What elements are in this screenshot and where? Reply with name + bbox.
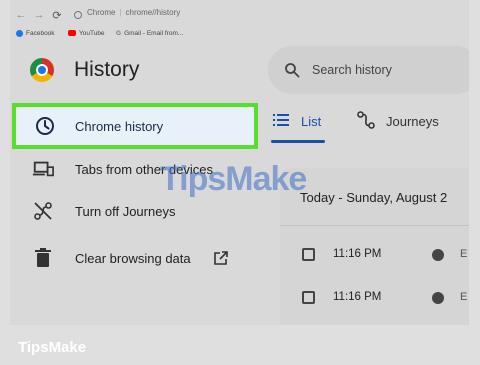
tab-list[interactable]: List: [273, 109, 321, 133]
search-input[interactable]: Search history: [312, 63, 392, 77]
url-path: chrome//history: [125, 8, 181, 17]
list-icon: [273, 113, 291, 129]
address-bar[interactable]: Chrome | chrome//history: [87, 8, 180, 17]
journeys-off-icon: [32, 200, 54, 222]
history-row-time: 11:16 PM: [333, 248, 382, 260]
history-row-checkbox[interactable]: [302, 291, 315, 304]
trash-icon: [32, 247, 54, 269]
tab-journeys[interactable]: Journeys: [356, 109, 439, 133]
sidebar-item-clear-browsing-data[interactable]: Clear browsing data: [10, 237, 258, 279]
bookmarks-bar: Facebook YouTube G Gmail - Email from...: [10, 26, 469, 40]
sidebar-item-label: Chrome history: [75, 118, 164, 134]
globe-icon: [432, 249, 444, 261]
history-row-title[interactable]: E: [460, 291, 467, 303]
footer-brand: TipsMake: [18, 339, 87, 356]
tab-label: Journeys: [386, 113, 439, 129]
journeys-icon: [356, 110, 376, 133]
url-domain: Chrome: [87, 8, 116, 17]
globe-icon: [432, 292, 444, 304]
chrome-logo-icon: [30, 58, 54, 82]
search-icon[interactable]: [284, 62, 300, 78]
sidebar-item-label: Turn off Journeys: [75, 203, 176, 219]
date-heading: Today - Sunday, August 2: [300, 190, 448, 205]
tab-label: List: [301, 113, 322, 129]
forward-icon[interactable]: →: [32, 6, 46, 24]
google-icon: G: [116, 29, 122, 37]
facebook-icon: [16, 29, 23, 37]
sidebar-item-chrome-history[interactable]: Chrome history: [12, 103, 258, 149]
youtube-icon: [68, 30, 76, 36]
browser-toolbar: ← → ⟳ Chrome | chrome//history: [10, 6, 469, 24]
bookmark-label: YouTube: [79, 29, 105, 37]
sidebar-item-label: Clear browsing data: [75, 250, 191, 266]
browser-window: ← → ⟳ Chrome | chrome//history Facebook Yo…: [10, 0, 469, 325]
bookmark-youtube[interactable]: YouTube: [68, 26, 105, 40]
back-icon[interactable]: ←: [14, 6, 28, 24]
bookmark-label: Gmail - Email from...: [124, 29, 184, 37]
history-row-title[interactable]: E: [460, 248, 467, 260]
external-link-icon: [213, 250, 229, 271]
history-row-checkbox[interactable]: [302, 248, 315, 261]
divider: [280, 225, 469, 226]
bookmark-gmail[interactable]: G Gmail - Email from...: [116, 26, 183, 40]
active-tab-indicator: [271, 140, 325, 143]
bookmark-facebook[interactable]: Facebook: [16, 26, 55, 40]
clock-icon: [34, 115, 56, 137]
history-row-time: 11:16 PM: [333, 291, 382, 303]
chrome-favicon-icon: [74, 11, 82, 19]
devices-icon: [32, 158, 54, 180]
watermark: TipsMake: [160, 160, 307, 198]
page-title: History: [74, 58, 140, 81]
reload-icon[interactable]: ⟳: [50, 6, 64, 24]
bookmark-label: Facebook: [26, 29, 55, 37]
